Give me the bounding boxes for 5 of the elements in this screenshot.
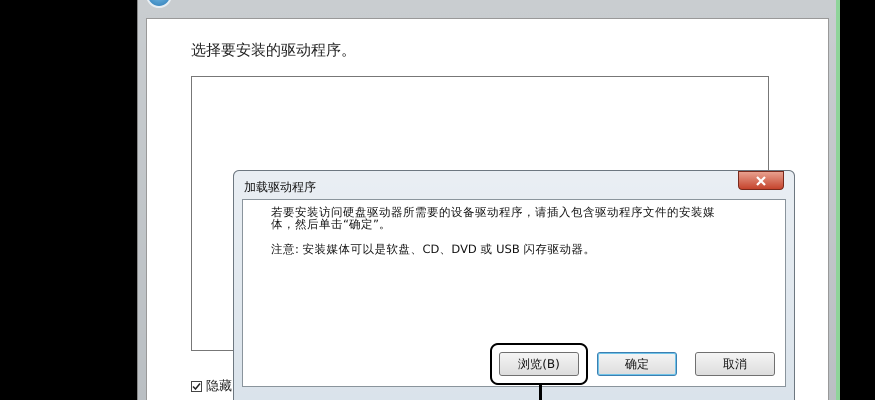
dialog-title: 加载驱动程序 (244, 179, 316, 196)
dialog-note: 注意: 安装媒体可以是软盘、CD、DVD 或 USB 闪存驱动器。 (271, 242, 596, 257)
dialog-message: 若要安装访问硬盘驱动器所需要的设备驱动程序，请插入包含驱动程序文件的安装媒体，然后单击“确定”。 (271, 206, 716, 230)
wizard-heading: 选择要安装的驱动程序。 (191, 41, 357, 60)
checkbox-label: 隐藏 (206, 378, 232, 395)
